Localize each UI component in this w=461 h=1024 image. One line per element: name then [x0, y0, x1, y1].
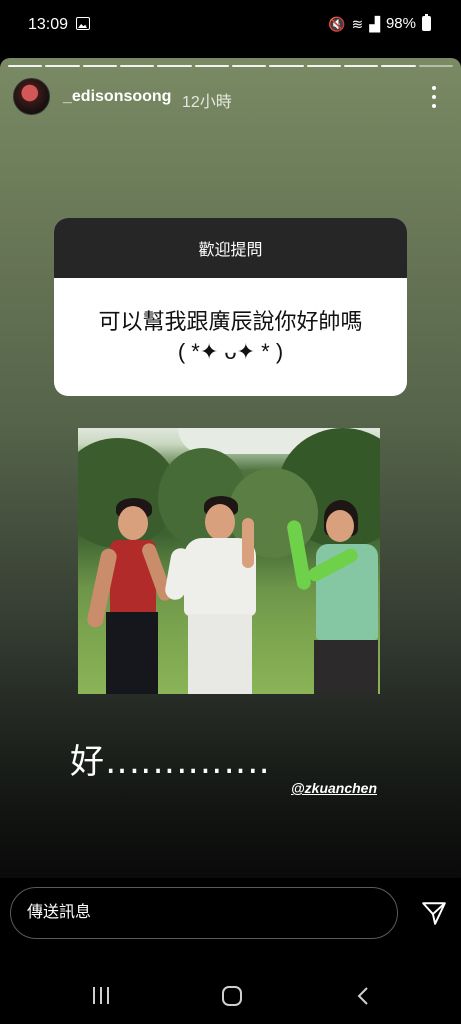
home-button[interactable] — [222, 986, 242, 1006]
battery-percentage: 98% — [385, 15, 416, 32]
status-icons: 🔇 ≋ ▟ 98% — [328, 14, 431, 32]
recent-apps-button[interactable] — [93, 987, 109, 1004]
story-progress-bar — [8, 65, 453, 68]
message-input[interactable] — [10, 887, 398, 939]
question-sticker-header: 歡迎提問 — [54, 218, 407, 278]
progress-segment — [343, 65, 379, 67]
reply-bar — [0, 878, 461, 958]
back-button[interactable] — [356, 987, 370, 1005]
progress-segment — [8, 65, 43, 67]
progress-segment — [269, 65, 304, 67]
avatar[interactable] — [13, 78, 50, 115]
system-navigation-bar — [0, 958, 461, 1024]
question-text: 可以幫我跟廣辰說你好帥嗎 — [98, 309, 363, 334]
progress-segment — [381, 65, 416, 67]
story-caption: 好‥‥‥‥‥‥‥ — [70, 743, 271, 781]
question-sticker[interactable]: 歡迎提問 可以幫我跟廣辰說你好帥嗎 ( *✦ ᴗ✦ * ) — [54, 218, 407, 396]
story-photo — [78, 428, 380, 694]
battery-icon — [422, 14, 431, 31]
send-icon[interactable] — [421, 900, 447, 926]
progress-segment — [119, 65, 155, 67]
progress-segment — [157, 65, 192, 67]
progress-segment — [306, 65, 341, 67]
mention-tag[interactable]: @zkuanchen — [291, 780, 377, 796]
progress-segment — [45, 65, 80, 67]
progress-segment — [418, 65, 453, 67]
status-bar: 13:09 🔇 ≋ ▟ 98% — [0, 0, 461, 52]
post-timestamp: 12小時 — [182, 94, 232, 111]
mute-icon: 🔇 — [328, 15, 346, 32]
status-time: 13:09 — [28, 16, 69, 33]
person-left — [85, 498, 174, 694]
person-right — [286, 500, 380, 694]
question-sticker-body: 可以幫我跟廣辰說你好帥嗎 ( *✦ ᴗ✦ * ) — [54, 278, 407, 396]
gallery-icon — [76, 17, 90, 30]
story-view[interactable]: _edisonsoong 12小時 歡迎提問 可以幫我跟廣辰說你好帥嗎 ( *✦… — [0, 58, 461, 878]
progress-segment — [231, 65, 267, 67]
progress-segment — [82, 65, 117, 67]
person-center — [163, 496, 270, 694]
more-options-icon[interactable] — [425, 86, 443, 108]
wifi-icon: ≋ — [351, 15, 364, 32]
username[interactable]: _edisonsoong — [63, 88, 171, 106]
progress-segment — [194, 65, 229, 67]
question-emoticon: ( *✦ ᴗ✦ * ) — [177, 339, 284, 364]
signal-icon: ▟ — [369, 15, 380, 32]
